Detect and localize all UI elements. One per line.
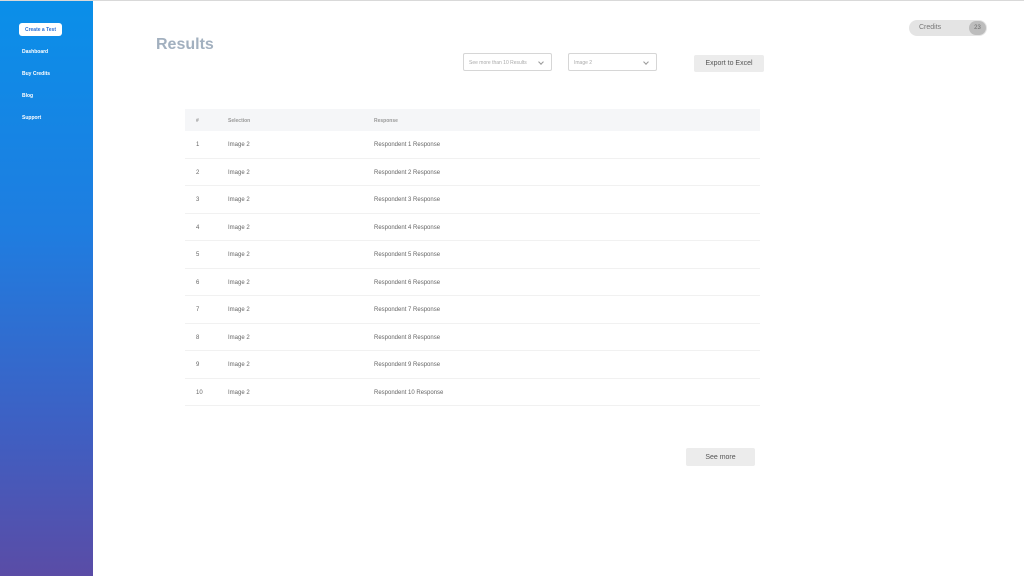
table-row: 6 Image 2 Respondent 6 Response [185, 269, 760, 296]
sidebar-item-dashboard[interactable]: Dashboard [22, 49, 48, 55]
results-table: # Selection Response 1 Image 2 Responden… [185, 109, 760, 406]
row-response: Respondent 3 Response [374, 197, 441, 203]
export-to-excel-button[interactable]: Export to Excel [694, 55, 764, 72]
row-selection: Image 2 [228, 142, 250, 148]
row-number: 10 [196, 389, 203, 396]
row-selection: Image 2 [228, 169, 250, 176]
table-row: 10 Image 2 Respondent 10 Response [185, 379, 760, 406]
sidebar-item-support[interactable]: Support [22, 115, 41, 121]
see-more-button[interactable]: See more [686, 448, 755, 466]
results-count-select[interactable]: See more than 10 Results [463, 53, 552, 71]
table-row: 9 Image 2 Respondent 9 Response [185, 351, 760, 379]
row-selection: Image 2 [228, 197, 250, 203]
row-number: 2 [196, 169, 200, 176]
chevron-down-icon [538, 59, 544, 65]
row-number: 5 [196, 252, 200, 258]
table-row: 4 Image 2 Respondent 4 Response [185, 214, 760, 241]
table-row: 3 Image 2 Respondent 3 Response [185, 186, 760, 214]
row-number: 1 [196, 142, 200, 148]
row-selection: Image 2 [228, 334, 250, 341]
row-number: 9 [196, 362, 200, 368]
row-response: Respondent 1 Response [374, 142, 441, 148]
table-row: 5 Image 2 Respondent 5 Response [185, 241, 760, 269]
row-response: Respondent 8 Response [374, 334, 441, 341]
chevron-down-icon [643, 59, 649, 65]
row-selection: Image 2 [228, 279, 250, 286]
row-response: Respondent 4 Response [374, 224, 441, 231]
row-response: Respondent 5 Response [374, 252, 441, 258]
column-header-response: Response [374, 118, 398, 124]
row-response: Respondent 7 Response [374, 307, 441, 313]
page-title: Results [156, 36, 214, 53]
row-selection: Image 2 [228, 307, 250, 313]
row-response: Respondent 9 Response [374, 362, 441, 368]
results-count-value: See more than 10 Results [469, 60, 527, 66]
credits-count: 23 [969, 21, 986, 35]
table-row: 8 Image 2 Respondent 8 Response [185, 324, 760, 351]
row-number: 3 [196, 197, 200, 203]
row-number: 6 [196, 279, 200, 286]
sidebar-item-buy-credits[interactable]: Buy Credits [22, 71, 50, 77]
row-response: Respondent 10 Response [374, 389, 444, 396]
create-test-button[interactable]: Create a Test [19, 23, 62, 36]
row-number: 8 [196, 334, 200, 341]
image-select-value: Image 2 [574, 60, 593, 66]
row-response: Respondent 2 Response [374, 169, 441, 176]
table-header: # Selection Response [185, 109, 760, 131]
credits-badge[interactable]: Credits 23 [909, 20, 987, 36]
row-response: Respondent 6 Response [374, 279, 441, 286]
row-number: 7 [196, 307, 200, 313]
row-number: 4 [196, 224, 200, 231]
sidebar: Create a Test Dashboard Buy Credits Blog… [0, 1, 93, 576]
row-selection: Image 2 [228, 252, 250, 258]
row-selection: Image 2 [228, 224, 250, 231]
row-selection: Image 2 [228, 389, 250, 396]
table-row: 1 Image 2 Respondent 1 Response [185, 131, 760, 159]
sidebar-item-blog[interactable]: Blog [22, 93, 33, 99]
image-select[interactable]: Image 2 [568, 53, 657, 71]
column-header-selection: Selection [228, 118, 251, 124]
row-selection: Image 2 [228, 362, 250, 368]
credits-label: Credits [919, 24, 942, 31]
top-divider [0, 0, 1024, 1]
column-header-number: # [196, 118, 199, 124]
table-row: 2 Image 2 Respondent 2 Response [185, 159, 760, 186]
table-row: 7 Image 2 Respondent 7 Response [185, 296, 760, 324]
